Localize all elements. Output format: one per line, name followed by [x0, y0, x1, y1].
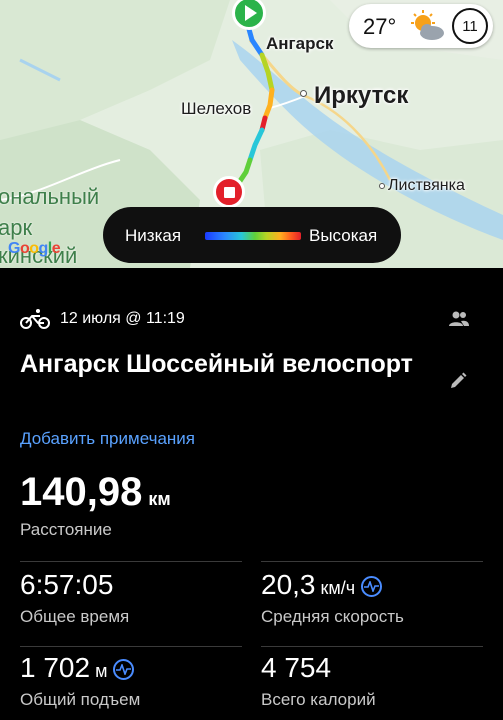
- sun-cloud-icon: [411, 10, 444, 40]
- map-label-listvyanka: Листвянка: [388, 177, 465, 194]
- elevation-label: Общий подъем: [20, 690, 141, 709]
- legend-high-label: Высокая: [309, 226, 378, 245]
- route-map[interactable]: ональный арк кинский Ангарск Иркутск Шел…: [0, 0, 503, 268]
- divider: [261, 561, 483, 562]
- city-dot-irkutsk: [300, 90, 307, 97]
- map-label-park-2: арк: [0, 215, 33, 240]
- weather-widget[interactable]: 27° 11: [349, 4, 493, 48]
- divider: [261, 646, 483, 647]
- people-icon[interactable]: [448, 310, 470, 328]
- add-notes-link[interactable]: Добавить примечания: [20, 429, 195, 449]
- bike-icon: [20, 309, 50, 329]
- weather-temperature: 27°: [363, 14, 397, 39]
- pencil-icon[interactable]: [448, 371, 468, 391]
- distance-number: 140,98: [20, 470, 143, 514]
- avg-speed-unit: км/ч: [320, 578, 356, 598]
- calories-label: Всего калорий: [261, 690, 376, 709]
- graph-pulse-icon[interactable]: [113, 659, 135, 681]
- city-dot-listvyanka: [379, 183, 385, 189]
- total-time-value: 6:57:05: [20, 569, 114, 600]
- legend-gradient-bar: [205, 232, 301, 240]
- stat-elevation[interactable]: 1 702 м Общий подъем: [20, 652, 140, 710]
- elevation-value: 1 702: [20, 652, 91, 683]
- legend-low-label: Низкая: [125, 226, 182, 245]
- stat-calories[interactable]: 4 754 Всего калорий: [261, 652, 376, 710]
- distance-label: Расстояние: [20, 520, 112, 539]
- end-marker-stop-icon[interactable]: [213, 176, 245, 208]
- distance-value: 140,98 км: [20, 470, 171, 515]
- activity-date: 12 июля @ 11:19: [60, 310, 185, 327]
- google-logo: Google: [8, 240, 61, 257]
- stat-avg-speed[interactable]: 20,3 км/ч Средняя скорость: [261, 569, 404, 627]
- activity-detail-screen: ональный арк кинский Ангарск Иркутск Шел…: [0, 0, 503, 720]
- map-label-park-1: ональный: [0, 184, 100, 209]
- total-time-label: Общее время: [20, 607, 130, 626]
- map-label-irkutsk: Иркутск: [314, 82, 409, 109]
- aqi-indicator: 11: [452, 8, 488, 44]
- elevation-legend: Низкая Высокая: [103, 207, 401, 263]
- calories-value: 4 754: [261, 652, 332, 683]
- elevation-unit: м: [95, 661, 108, 681]
- map-label-shelekhov: Шелехов: [181, 99, 252, 118]
- activity-title[interactable]: Ангарск Шоссейный велоспорт: [20, 347, 430, 381]
- distance-unit: км: [148, 489, 171, 509]
- stat-total-time[interactable]: 6:57:05 Общее время: [20, 569, 129, 627]
- map-label-angarsk: Ангарск: [266, 34, 334, 53]
- divider: [20, 646, 242, 647]
- avg-speed-value: 20,3: [261, 569, 316, 600]
- divider: [20, 561, 242, 562]
- graph-pulse-icon[interactable]: [361, 576, 383, 598]
- avg-speed-label: Средняя скорость: [261, 607, 404, 626]
